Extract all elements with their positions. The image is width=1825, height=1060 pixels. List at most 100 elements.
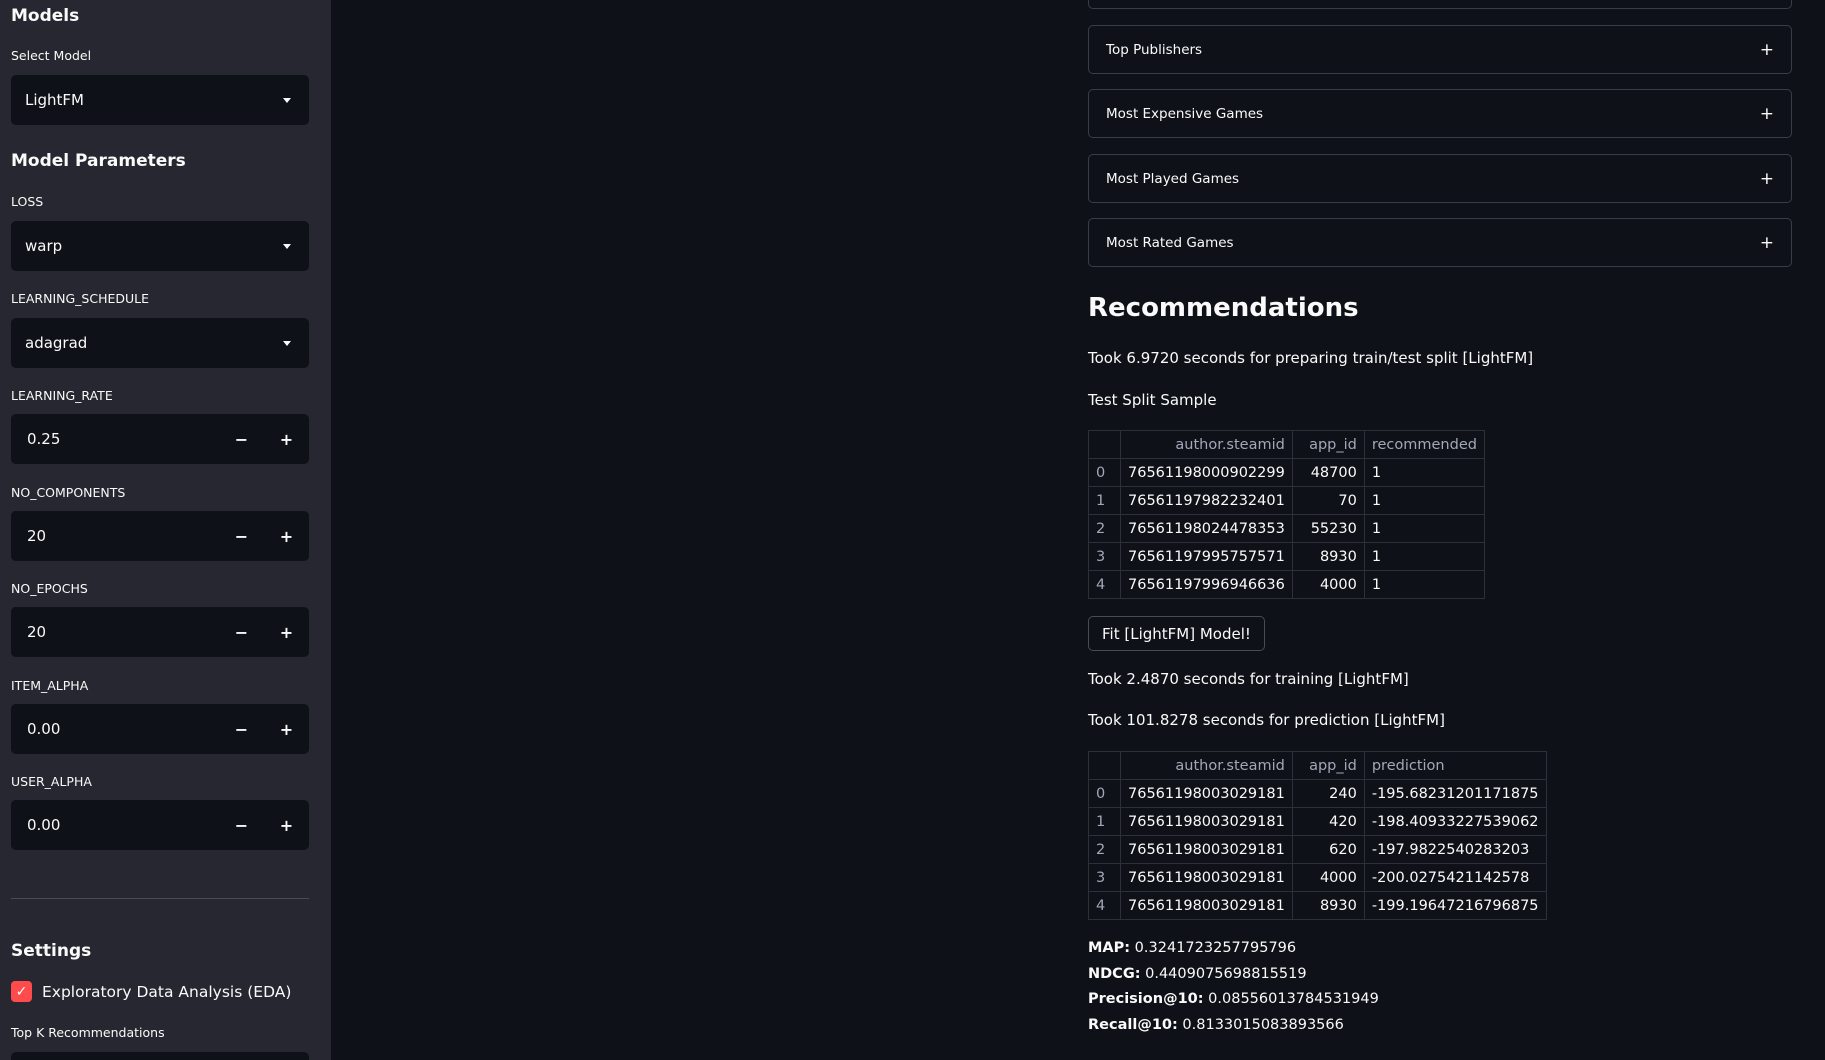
train-time-text: Took 2.4870 seconds for training [LightF… [1088,670,1409,688]
predict-time-text: Took 101.8278 seconds for prediction [Li… [1088,711,1445,729]
plus-button[interactable]: + [264,607,309,657]
table-row: 2 76561198024478353 55230 1 [1088,514,1485,543]
components-label: NO_COMPONENTS [11,485,126,500]
cell-recommended: 1 [1363,458,1485,487]
row-index: 4 [1088,570,1121,599]
cell-prediction: -197.9822540283203 [1363,835,1547,864]
table-row: 1 76561197982232401 70 1 [1088,486,1485,515]
metric-map: MAP: 0.3241723257795796 [1088,940,1296,956]
components-input[interactable]: 20 [11,511,219,561]
epochs-stepper: 20 − + [11,607,309,657]
minus-button[interactable]: − [219,704,264,754]
eda-checkbox[interactable]: ✓ [11,981,32,1002]
minus-button[interactable]: − [219,607,264,657]
cell-recommended: 1 [1363,570,1485,599]
recommendations-title: Recommendations [1088,293,1359,323]
models-heading: Models [11,6,80,26]
item-alpha-stepper: 0.00 − + [11,704,309,754]
settings-heading: Settings [11,941,92,961]
table-header-row: author.steamid app_id prediction [1088,751,1547,780]
metric-name: MAP: [1088,940,1131,956]
cell-recommended: 1 [1363,486,1485,515]
expander-label: Most Expensive Games [1106,105,1264,122]
cell-steamid: 76561198003029181 [1120,835,1293,864]
metric-name: Precision@10: [1088,991,1204,1007]
plus-button[interactable]: + [264,800,309,850]
cell-app-id: 4000 [1291,570,1365,599]
expander-label: Most Played Games [1106,170,1240,187]
minus-button[interactable]: − [219,800,264,850]
fit-model-button[interactable]: Fit [LightFM] Model! [1088,616,1265,651]
cell-steamid: 76561198024478353 [1120,514,1293,543]
model-select[interactable]: LightFM [11,75,309,125]
cell-app-id: 420 [1291,807,1365,836]
column-header: author.steamid [1120,430,1293,459]
expander-most-played[interactable]: Most Played Games + [1088,154,1792,203]
cell-steamid: 76561198003029181 [1120,863,1293,892]
epochs-input[interactable]: 20 [11,607,219,657]
cell-app-id: 8930 [1291,891,1365,920]
loss-select[interactable]: warp [11,221,309,271]
cell-app-id: 4000 [1291,863,1365,892]
table-row: 4 76561198003029181 8930 -199.1964721679… [1088,891,1547,920]
metric-name: NDCG: [1088,966,1141,982]
cell-prediction: -198.40933227539062 [1363,807,1547,836]
learning-rate-input[interactable]: 0.25 [11,414,219,464]
item-alpha-label: ITEM_ALPHA [11,678,89,693]
row-index: 0 [1088,779,1121,808]
metric-value: 0.8133015083893566 [1177,1017,1344,1033]
column-header: app_id [1291,430,1365,459]
divider [11,898,309,899]
row-index: 3 [1088,542,1121,571]
eda-checkbox-row[interactable]: ✓ Exploratory Data Analysis (EDA) [11,981,291,1002]
row-index: 1 [1088,486,1121,515]
select-model-label: Select Model [11,48,92,63]
plus-icon: + [1759,103,1774,124]
plus-button[interactable]: + [264,414,309,464]
column-header: app_id [1291,751,1365,780]
metric-precision: Precision@10: 0.08556013784531949 [1088,991,1379,1007]
metric-recall: Recall@10: 0.8133015083893566 [1088,1017,1344,1033]
column-header: prediction [1363,751,1547,780]
topk-label: Top K Recommendations [11,1025,165,1040]
schedule-select[interactable]: adagrad [11,318,309,368]
table-row: 3 76561198003029181 4000 -200.0275421142… [1088,863,1547,892]
item-alpha-input[interactable]: 0.00 [11,704,219,754]
plus-button[interactable]: + [264,704,309,754]
table-row: 0 76561198003029181 240 -195.68231201171… [1088,779,1547,808]
chevron-down-icon [283,340,291,346]
metric-value: 0.3241723257795796 [1130,940,1297,956]
expander-label: Top Publishers [1106,41,1203,58]
expander-top-publishers[interactable]: Top Publishers + [1088,25,1792,74]
split-sample-label: Test Split Sample [1088,391,1217,409]
cell-app-id: 48700 [1291,458,1365,487]
expander-most-rated[interactable]: Most Rated Games + [1088,218,1792,267]
expander-cut[interactable] [1088,0,1792,9]
plus-button[interactable]: + [264,511,309,561]
table-header-row: author.steamid app_id recommended [1088,430,1485,459]
cell-steamid: 76561198003029181 [1120,891,1293,920]
params-heading: Model Parameters [11,151,186,171]
epochs-label: NO_EPOCHS [11,581,88,596]
cell-app-id: 70 [1291,486,1365,515]
row-index: 2 [1088,514,1121,543]
eda-checkbox-label: Exploratory Data Analysis (EDA) [42,982,292,1001]
row-index: 0 [1088,458,1121,487]
loss-label: LOSS [11,194,44,209]
metric-ndcg: NDCG: 0.4409075698815519 [1088,966,1307,982]
user-alpha-input[interactable]: 0.00 [11,800,219,850]
plus-icon: + [1759,232,1774,253]
metric-value: 0.08556013784531949 [1203,991,1379,1007]
learning-rate-label: LEARNING_RATE [11,388,113,403]
cell-app-id: 8930 [1291,542,1365,571]
table-row: 0 76561198000902299 48700 1 [1088,458,1485,487]
expander-most-expensive[interactable]: Most Expensive Games + [1088,89,1792,138]
schedule-select-value: adagrad [25,334,88,352]
model-select-value: LightFM [25,91,85,109]
cell-steamid: 76561198000902299 [1120,458,1293,487]
chevron-down-icon [283,97,291,103]
topk-input[interactable] [11,1052,309,1060]
minus-button[interactable]: − [219,414,264,464]
row-index: 1 [1088,807,1121,836]
minus-button[interactable]: − [219,511,264,561]
